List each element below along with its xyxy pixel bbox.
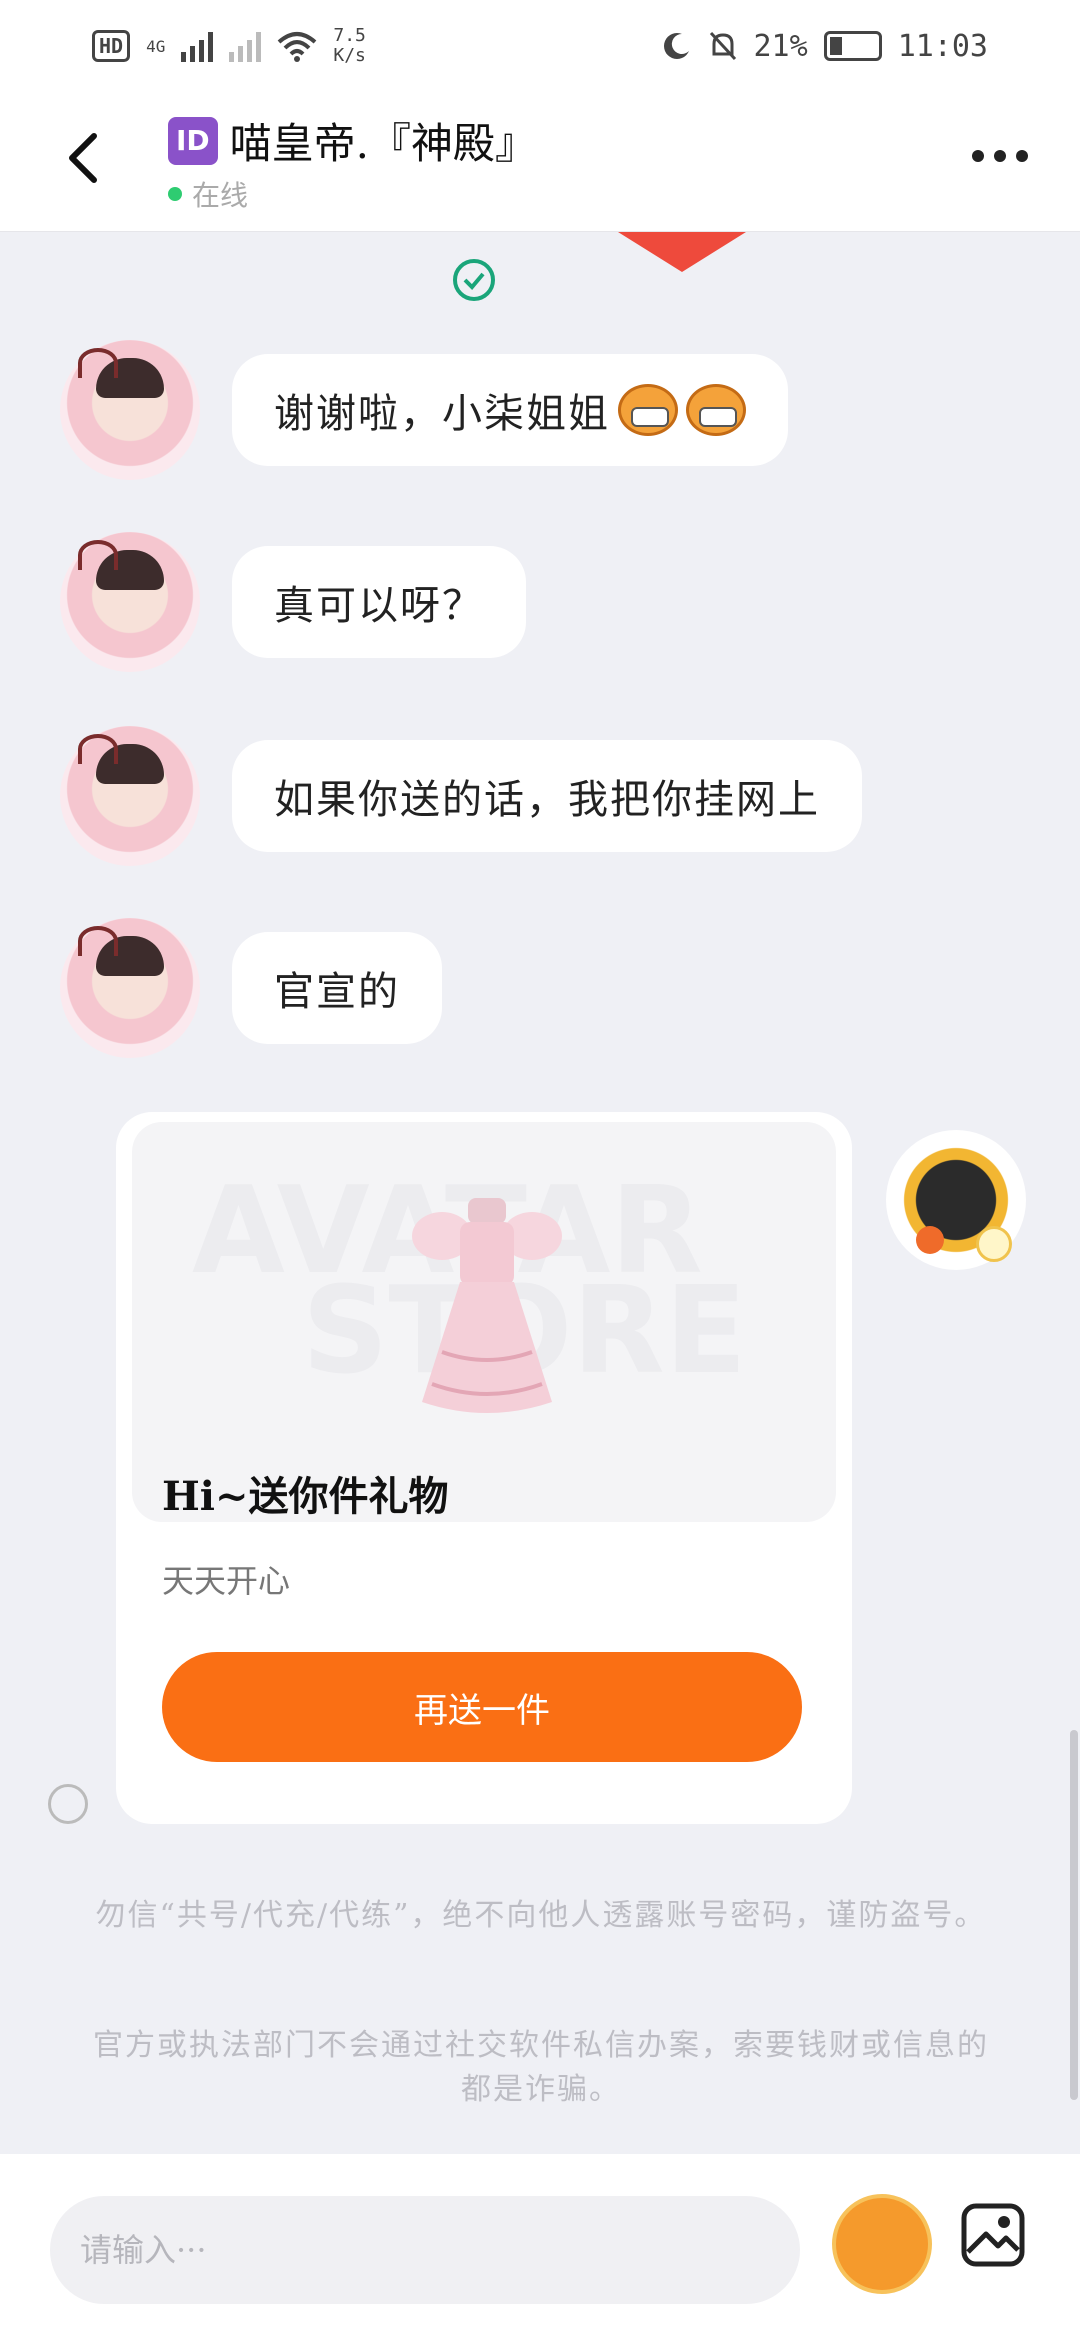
- security-notice: 勿信“共号/代充/代练”，绝不向他人透露账号密码，谨防盗号。: [95, 1898, 987, 1933]
- red-sticker-edge: [618, 232, 746, 272]
- send-again-button[interactable]: 再送一件: [162, 1652, 802, 1762]
- message-bubble[interactable]: 谢谢啦，小柒姐姐: [232, 354, 788, 466]
- wifi-icon: [278, 32, 317, 62]
- contact-avatar[interactable]: [60, 340, 200, 480]
- message-bubble[interactable]: 真可以呀？: [232, 546, 526, 658]
- status-right: 21% 11:03: [662, 28, 988, 64]
- input-bar: [0, 2154, 1080, 2340]
- moon-icon: [663, 33, 689, 59]
- speed-unit: K/s: [333, 45, 366, 66]
- contact-avatar[interactable]: [60, 726, 200, 866]
- message-row: 真可以呀？: [60, 532, 526, 672]
- battery-icon: [823, 31, 882, 61]
- status-left: HD 4G 7.5 K/s: [92, 26, 366, 66]
- hd-badge: HD: [92, 30, 131, 62]
- speed-value: 7.5: [333, 25, 366, 46]
- mute-bell-icon: [709, 31, 736, 61]
- online-dot-icon: [168, 187, 182, 201]
- chat-header: ID 喵皇帝.『神殿』 在线: [0, 92, 1080, 232]
- gift-card[interactable]: AVATAR STORE Hi~送你件礼物 天天开心 再送一件: [116, 1112, 852, 1824]
- contact-avatar[interactable]: [60, 918, 200, 1058]
- message-text: 真可以呀？: [274, 583, 484, 629]
- message-text: 官宣的: [274, 969, 400, 1015]
- message-row: 官宣的: [60, 918, 442, 1058]
- message-text: 如果你送的话，我把你挂网上: [274, 777, 820, 823]
- scrollbar[interactable]: [1070, 1730, 1078, 2100]
- online-status: 在线: [168, 174, 248, 214]
- gift-image[interactable]: AVATAR STORE: [132, 1122, 836, 1522]
- status-bar: HD 4G 7.5 K/s 21% 11:03: [0, 0, 1080, 92]
- signal-icon: [181, 30, 214, 62]
- read-check-icon: [453, 259, 495, 301]
- gift-title: Hi~送你件礼物: [162, 1473, 449, 1520]
- more-options-icon[interactable]: [972, 150, 1028, 162]
- message-text: 谢谢啦，小柒姐姐: [274, 391, 610, 437]
- select-radio[interactable]: [48, 1784, 88, 1824]
- battery-percent: 21%: [753, 28, 808, 64]
- message-row: 如果你送的话，我把你挂网上: [60, 726, 862, 866]
- emoji-sticker-icon[interactable]: [832, 2194, 932, 2294]
- contact-avatar[interactable]: [60, 532, 200, 672]
- back-arrow-icon[interactable]: [58, 128, 118, 188]
- grin-emoji-icon: [618, 384, 678, 436]
- message-bubble[interactable]: 官宣的: [232, 932, 442, 1044]
- clock: 11:03: [897, 28, 988, 64]
- gift-subtitle: 天天开心: [162, 1562, 291, 1600]
- grin-emoji-icon: [686, 384, 746, 436]
- message-input[interactable]: [50, 2196, 800, 2304]
- fraud-notice: 官方或执法部门不会通过社交软件私信办案，索要钱财或信息的都是诈骗。: [93, 2028, 989, 2107]
- id-badge: ID: [168, 116, 218, 165]
- online-label: 在线: [192, 179, 249, 212]
- message-row: 谢谢啦，小柒姐姐: [60, 340, 788, 480]
- network-speed: 7.5 K/s: [333, 26, 366, 66]
- pink-dress-image: [412, 1198, 562, 1413]
- contact-name[interactable]: 喵皇帝.『神殿』: [230, 110, 537, 171]
- network-type: 4G: [146, 36, 166, 56]
- image-picker-icon[interactable]: [960, 2202, 1026, 2268]
- message-bubble[interactable]: 如果你送的话，我把你挂网上: [232, 740, 862, 852]
- my-avatar[interactable]: [886, 1130, 1026, 1270]
- signal-2-icon: [229, 30, 262, 62]
- title-row: ID 喵皇帝.『神殿』: [168, 110, 537, 171]
